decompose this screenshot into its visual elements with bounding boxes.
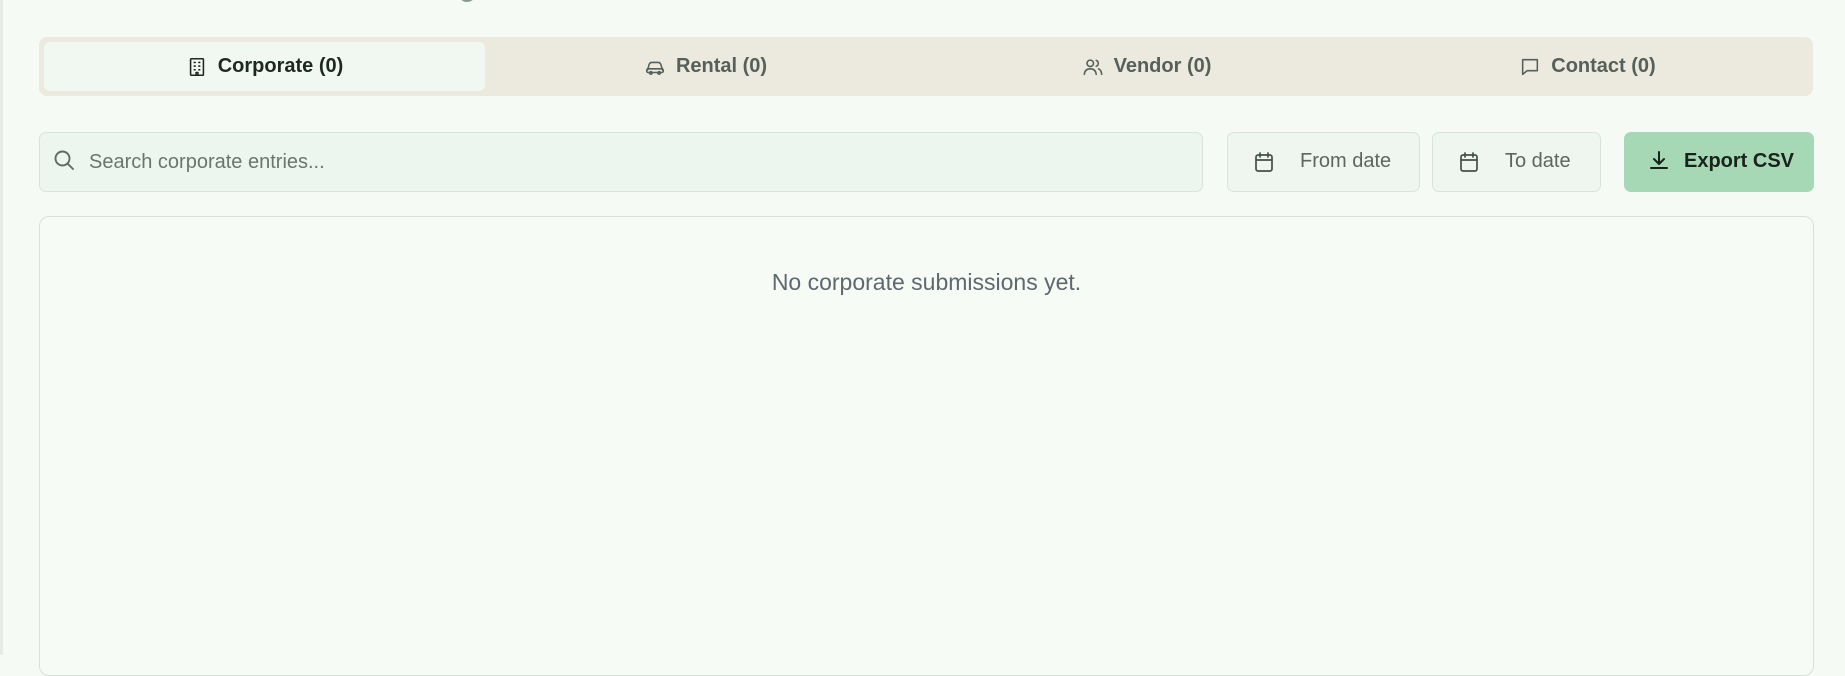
from-date-label: From date [1300, 150, 1392, 172]
message-icon [1522, 58, 1539, 75]
export-label: Export CSV [1684, 150, 1795, 172]
search-icon [52, 148, 76, 177]
tab-label: Vendor (0) [1113, 55, 1212, 77]
to-date-label: To date [1505, 150, 1571, 172]
calendar-icon [1457, 150, 1481, 180]
calendar-icon [1252, 150, 1276, 180]
search-box [39, 132, 1203, 192]
left-border [0, 0, 3, 655]
car-icon [645, 61, 664, 75]
empty-state-message: No corporate submissions yet. [771, 269, 1082, 295]
export-csv-button[interactable]: Export CSV [1624, 132, 1814, 192]
to-date-button[interactable]: To date [1432, 132, 1601, 192]
search-input[interactable] [40, 133, 1202, 191]
tab-rental[interactable]: Rental (0) [485, 42, 926, 91]
clipped-heading-glyph [460, 0, 474, 2]
submission-tabs: Corporate (0) Rental (0) Vendor (0) Cont… [39, 37, 1813, 96]
tab-label: Corporate (0) [217, 55, 344, 77]
tab-vendor[interactable]: Vendor (0) [926, 42, 1367, 91]
tab-label: Rental (0) [675, 55, 768, 77]
tab-label: Contact (0) [1551, 55, 1656, 77]
from-date-button[interactable]: From date [1227, 132, 1420, 192]
download-icon [1647, 149, 1671, 179]
tab-contact[interactable]: Contact (0) [1367, 42, 1808, 91]
users-icon [1083, 58, 1103, 75]
building-icon [189, 57, 204, 76]
submissions-panel: No corporate submissions yet. [39, 216, 1814, 676]
tab-corporate[interactable]: Corporate (0) [44, 42, 485, 91]
